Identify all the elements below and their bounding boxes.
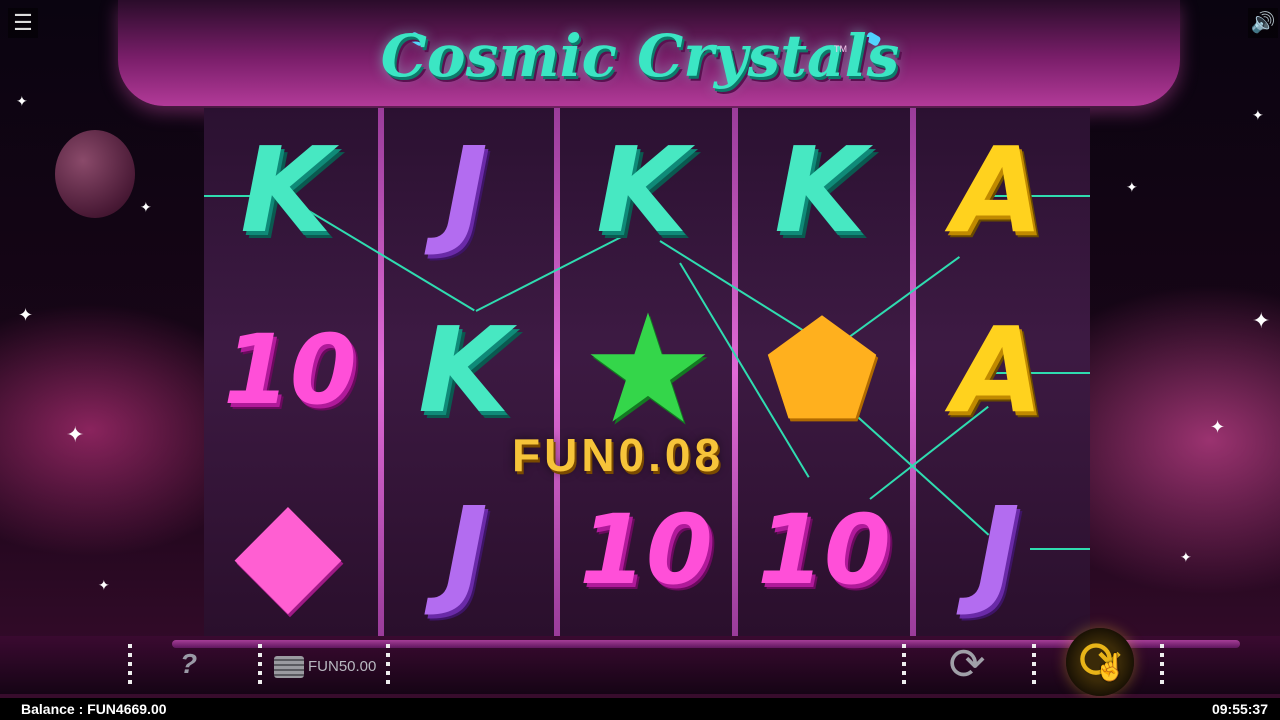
- star-sparkle: ✦: [1252, 308, 1271, 333]
- star-sparkle: ✦: [16, 93, 28, 109]
- reel-divider: [732, 108, 738, 636]
- symbol-k: K: [596, 121, 688, 259]
- autoplay-button[interactable]: ⟳: [940, 640, 994, 690]
- coins-icon: [274, 656, 304, 679]
- planet-decoration: [55, 130, 135, 218]
- star-sparkle: ✦: [18, 305, 34, 325]
- symbol-k: K: [774, 121, 866, 259]
- symbol-j: J: [976, 481, 1020, 619]
- reel-divider: [554, 108, 560, 636]
- status-bar: Balance : FUN4669.00 09:55:37: [0, 698, 1280, 720]
- separator: [902, 644, 906, 688]
- separator: [386, 644, 390, 688]
- star-sparkle: ✦: [1210, 417, 1226, 437]
- symbol-10: 10: [757, 494, 891, 606]
- star-sparkle: ✦: [1180, 549, 1192, 565]
- help-button[interactable]: ?: [180, 648, 197, 680]
- star-sparkle: ✦: [1126, 179, 1138, 195]
- win-amount: FUN0.08: [512, 429, 725, 481]
- stake-value: FUN50.00: [308, 658, 377, 675]
- symbol-a: A: [952, 301, 1044, 439]
- star-sparkle: ✦: [66, 422, 85, 447]
- separator: [258, 644, 262, 688]
- menu-button[interactable]: ☰: [8, 8, 38, 38]
- hand-cursor-icon: ☝: [1094, 652, 1127, 682]
- game-logo: Cosmic Crystals: [380, 22, 900, 90]
- clock-display: 09:55:37: [1211, 701, 1268, 717]
- separator: [1032, 644, 1036, 688]
- stake-button[interactable]: FUN50.00: [274, 652, 386, 682]
- star-sparkle: ✦: [1252, 107, 1264, 123]
- star-sparkle: ✦: [98, 577, 110, 593]
- symbol-a: A: [952, 121, 1044, 259]
- orange-gem-symbol: ⬟: [765, 294, 879, 446]
- separator: [1160, 644, 1164, 688]
- trademark-mark: TM: [834, 44, 847, 54]
- pink-gem-symbol: ◆: [234, 468, 342, 631]
- reel-divider: [910, 108, 916, 636]
- symbol-k: K: [240, 121, 332, 259]
- green-star-symbol: ★: [580, 283, 716, 457]
- symbol-k: K: [418, 301, 510, 439]
- symbol-10: 10: [223, 314, 357, 426]
- sound-button[interactable]: 🔊: [1248, 8, 1278, 38]
- symbol-j: J: [444, 121, 488, 259]
- balance-display: Balance : FUN4669.00: [21, 701, 167, 717]
- symbol-j: J: [444, 481, 488, 619]
- symbol-10: 10: [579, 494, 713, 606]
- separator: [128, 644, 132, 688]
- star-sparkle: ✦: [140, 199, 152, 215]
